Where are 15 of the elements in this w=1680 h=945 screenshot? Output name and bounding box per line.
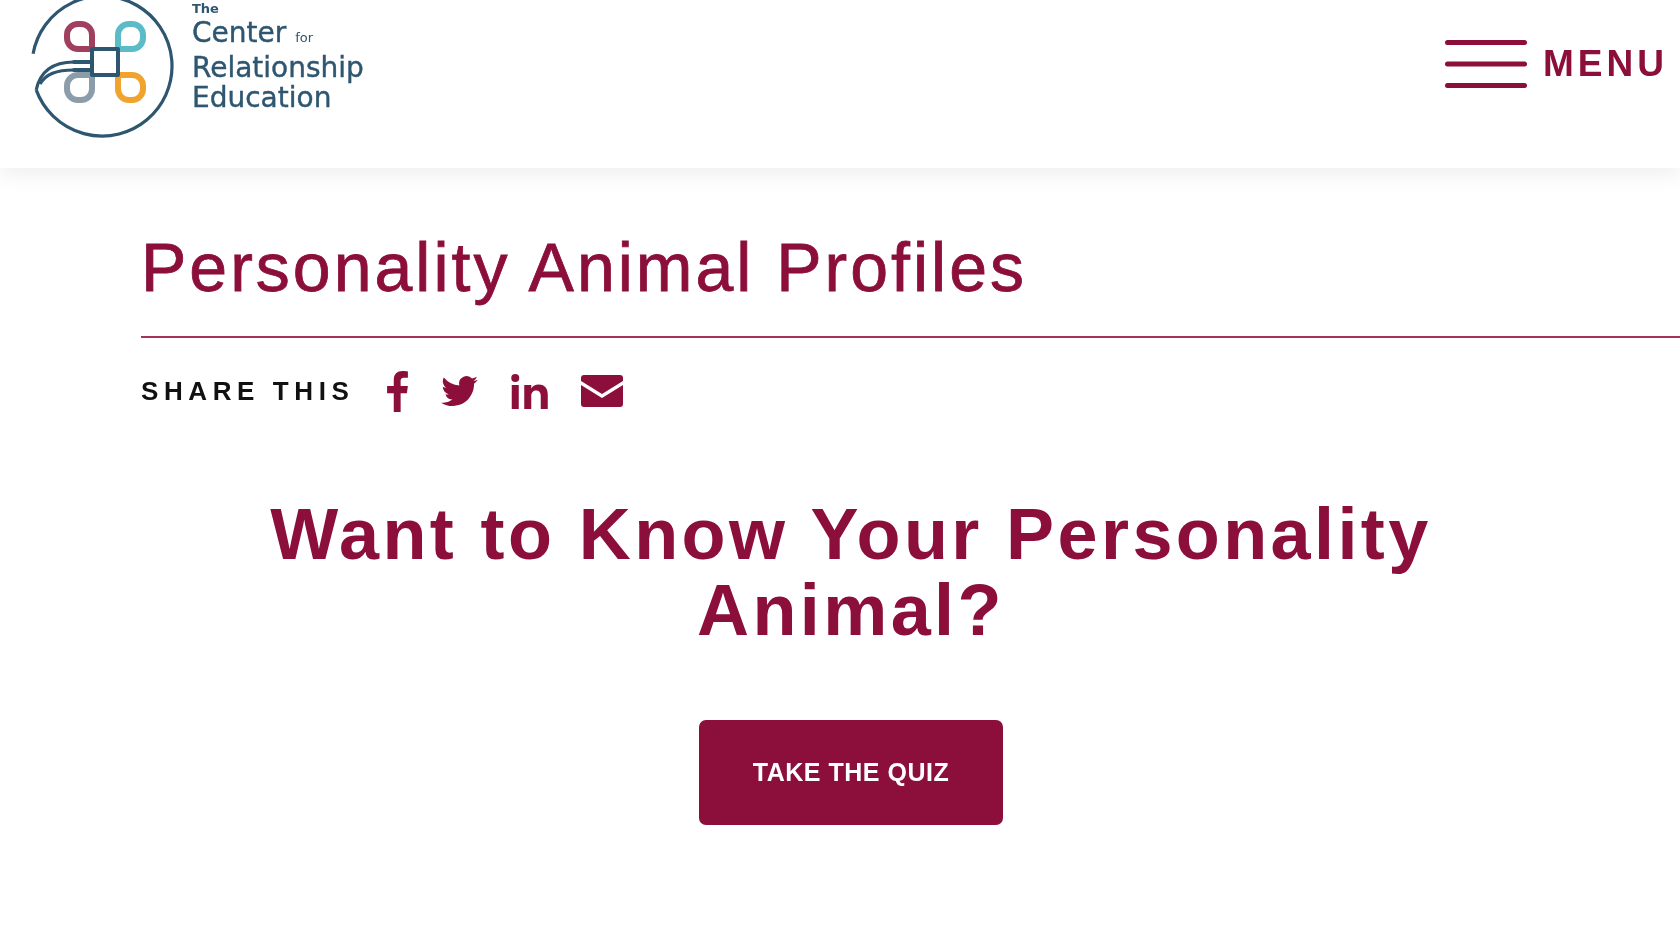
page-title: Personality Animal Profiles — [141, 228, 1028, 307]
share-label: SHARE THIS — [141, 375, 355, 407]
facebook-icon[interactable] — [387, 370, 409, 412]
twitter-bird-icon[interactable] — [441, 376, 479, 406]
cta-heading: Want to Know Your Personality Animal? — [269, 495, 1433, 648]
logo-text: Relationship — [192, 51, 364, 84]
take-quiz-button[interactable]: TAKE THE QUIZ — [699, 719, 1003, 825]
menu-button[interactable]: MENU — [1445, 40, 1668, 88]
logo-text: The — [192, 1, 219, 16]
envelope-icon[interactable] — [581, 375, 624, 407]
logo-text: Center — [192, 16, 287, 49]
linkedin-icon[interactable] — [511, 373, 549, 409]
logo-text: for — [295, 30, 314, 45]
menu-icon — [1445, 40, 1528, 88]
logo-text: Education — [192, 81, 332, 114]
